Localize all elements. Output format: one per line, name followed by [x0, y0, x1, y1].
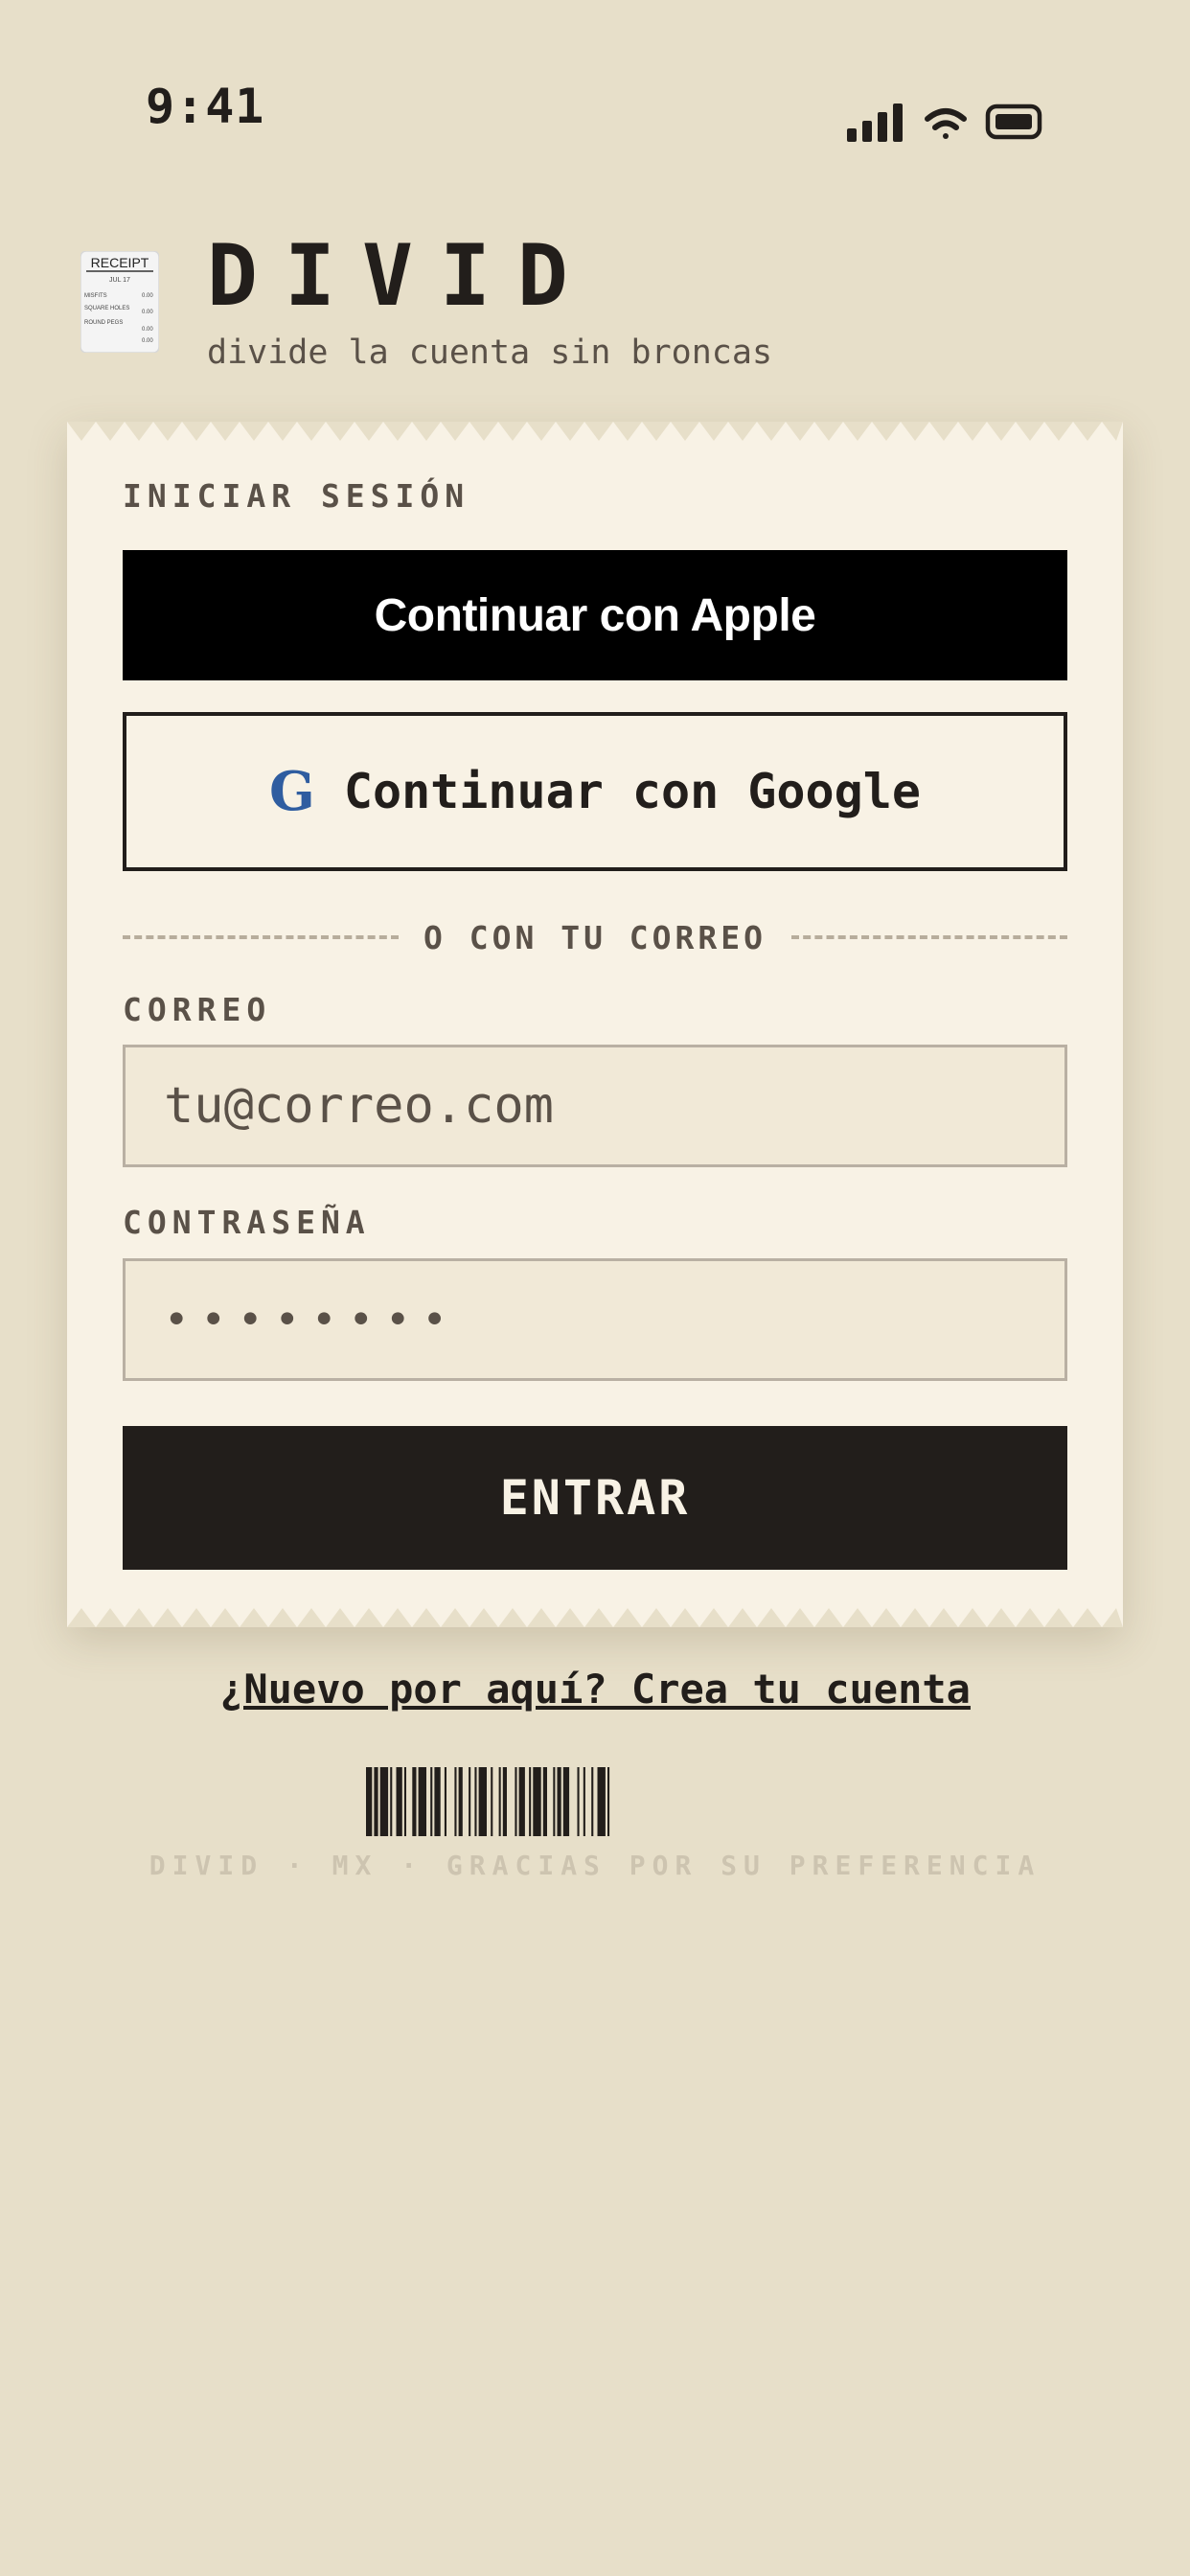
barcode-bar	[542, 1767, 547, 1836]
barcode-bar	[553, 1767, 556, 1836]
google-icon: G	[269, 760, 315, 823]
barcode-bar	[412, 1767, 417, 1836]
divider-text: O CON TU CORREO	[423, 918, 767, 956]
barcode-bar	[434, 1767, 441, 1836]
barcode-bar	[591, 1767, 594, 1836]
email-input[interactable]	[123, 1045, 1067, 1167]
svg-text:SQUARE HOLES: SQUARE HOLES	[84, 306, 129, 311]
barcode-bar	[562, 1767, 570, 1836]
password-input[interactable]: ••••••••	[123, 1258, 1067, 1381]
divider-line-right	[791, 935, 1068, 939]
svg-text:ROUND PEGS: ROUND PEGS	[84, 320, 123, 326]
svg-text:0.00: 0.00	[142, 310, 153, 315]
login-submit-button[interactable]: ENTRAR	[123, 1426, 1067, 1570]
barcode-bar	[379, 1767, 389, 1836]
barcode-bar	[577, 1767, 580, 1836]
barcode-bar	[491, 1767, 493, 1836]
app-tagline: divide la cuenta sin broncas	[207, 334, 773, 372]
receipt-logo: RECEIPT JUL 17 MISFITS 0.00 SQUARE HOLES…	[80, 251, 159, 353]
battery-icon	[985, 104, 1042, 140]
barcode-bar	[502, 1767, 507, 1836]
barcode-bar	[498, 1767, 501, 1836]
barcode-bar	[597, 1767, 606, 1836]
svg-text:0.00: 0.00	[142, 293, 153, 299]
barcode-bar	[454, 1767, 457, 1836]
status-time: 9:41	[146, 79, 265, 134]
barcode-bar	[430, 1767, 433, 1836]
svg-text:JUL 17: JUL 17	[109, 277, 130, 284]
barcode-bar	[533, 1767, 541, 1836]
barcode-bar	[418, 1767, 426, 1836]
signal-icon	[847, 104, 903, 142]
signup-link[interactable]: ¿Nuevo por aquí? Crea tu cuenta	[0, 1666, 1190, 1713]
email-divider: O CON TU CORREO	[123, 916, 1068, 958]
receipt-edge-top	[67, 422, 1123, 447]
app-title: DIVID	[207, 226, 595, 325]
barcode-bar	[529, 1767, 532, 1836]
wifi-icon	[925, 108, 967, 139]
barcode-bar	[396, 1767, 402, 1836]
svg-text:0.00: 0.00	[142, 338, 153, 344]
barcode-bar	[366, 1767, 373, 1836]
barcode-bar	[374, 1767, 378, 1836]
barcode-bar	[515, 1767, 517, 1836]
password-value: ••••••••	[164, 1295, 459, 1345]
divider-line-left	[123, 935, 399, 939]
barcode-bar	[469, 1767, 471, 1836]
barcode-bar	[478, 1767, 487, 1836]
svg-text:MISFITS: MISFITS	[84, 293, 107, 299]
status-icons	[847, 104, 1042, 142]
apple-signin-label: Continuar con Apple	[374, 589, 816, 641]
barcode-bar	[474, 1767, 477, 1836]
apple-signin-button[interactable]: Continuar con Apple	[123, 550, 1067, 680]
barcode-bar	[444, 1767, 446, 1836]
barcode-bar	[583, 1767, 585, 1836]
barcode-bar	[390, 1767, 393, 1836]
svg-text:0.00: 0.00	[142, 327, 153, 333]
barcode-graphic	[366, 1767, 610, 1836]
login-section-label: INICIAR SESIÓN	[123, 477, 470, 515]
google-signin-button[interactable]: G Continuar con Google	[123, 712, 1067, 871]
barcode-bar	[557, 1767, 561, 1836]
footer-text: DIVID · MX · GRACIAS POR SU PREFERENCIA	[149, 1850, 1041, 1881]
barcode-bar	[518, 1767, 525, 1836]
password-label: CONTRASEÑA	[123, 1204, 371, 1241]
barcode-bar	[403, 1767, 406, 1836]
login-submit-label: ENTRAR	[499, 1470, 691, 1526]
barcode-bar	[607, 1767, 610, 1836]
receipt-edge-bottom	[67, 1602, 1123, 1627]
google-signin-label: Continuar con Google	[343, 764, 921, 819]
logo-title: RECEIPT	[91, 255, 149, 270]
barcode-bar	[458, 1767, 463, 1836]
email-label: CORREO	[123, 991, 272, 1028]
